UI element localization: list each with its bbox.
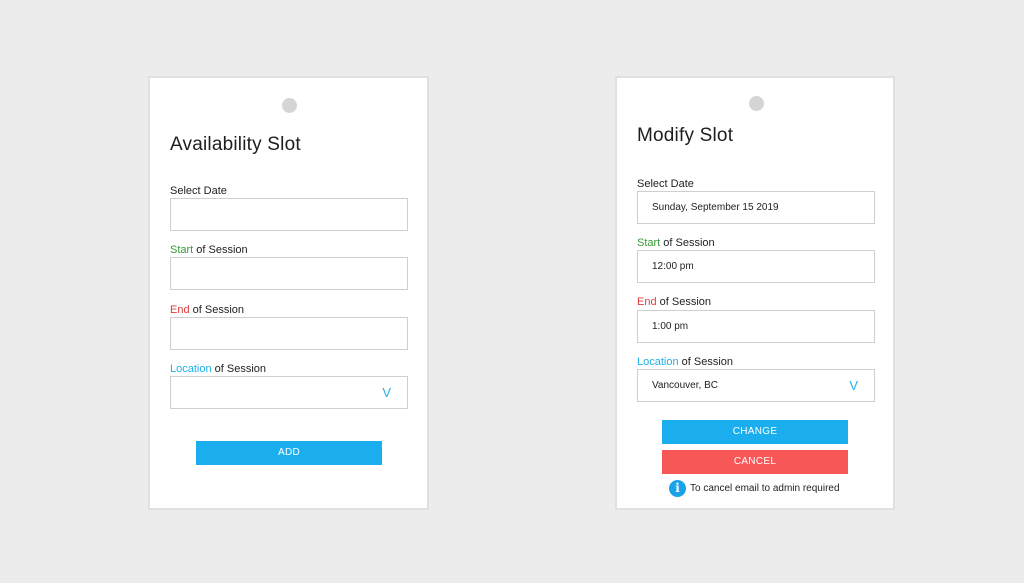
select-date-input[interactable]: Sunday, September 15 2019	[637, 191, 875, 224]
location-of-session-label: Location of Session	[637, 356, 734, 368]
card-title: Availability Slot	[170, 134, 301, 155]
cancel-note: i To cancel email to admin required	[669, 480, 840, 497]
end-of-session-label: End of Session	[170, 304, 244, 316]
start-of-session-input[interactable]	[170, 257, 408, 290]
start-of-session-input[interactable]: 12:00 pm	[637, 250, 875, 283]
cancel-note-text: To cancel email to admin required	[690, 483, 840, 494]
select-date-label: Select Date	[170, 185, 227, 197]
card-hole-decoration	[749, 96, 764, 111]
location-select[interactable]: Vancouver, BC V	[637, 369, 875, 402]
add-button[interactable]: ADD	[196, 441, 382, 465]
cancel-button[interactable]: CANCEL	[662, 450, 848, 474]
end-of-session-input[interactable]	[170, 317, 408, 350]
location-select-value: Vancouver, BC	[652, 380, 718, 391]
select-date-input[interactable]	[170, 198, 408, 231]
info-icon: i	[669, 480, 686, 497]
end-of-session-label: End of Session	[637, 296, 711, 308]
chevron-down-icon[interactable]: V	[382, 377, 391, 408]
modify-slot-card: Modify Slot Select Date Sunday, Septembe…	[615, 76, 895, 510]
card-hole-decoration	[282, 98, 297, 113]
card-title: Modify Slot	[637, 125, 734, 146]
start-of-session-label: Start of Session	[637, 237, 715, 249]
select-date-label: Select Date	[637, 178, 694, 190]
location-of-session-label: Location of Session	[170, 363, 267, 375]
chevron-down-icon[interactable]: V	[849, 370, 858, 401]
start-of-session-label: Start of Session	[170, 244, 248, 256]
location-select[interactable]: V	[170, 376, 408, 409]
change-button[interactable]: CHANGE	[662, 420, 848, 444]
end-of-session-input[interactable]: 1:00 pm	[637, 310, 875, 343]
availability-slot-card: Availability Slot Select Date Start of S…	[148, 76, 429, 510]
